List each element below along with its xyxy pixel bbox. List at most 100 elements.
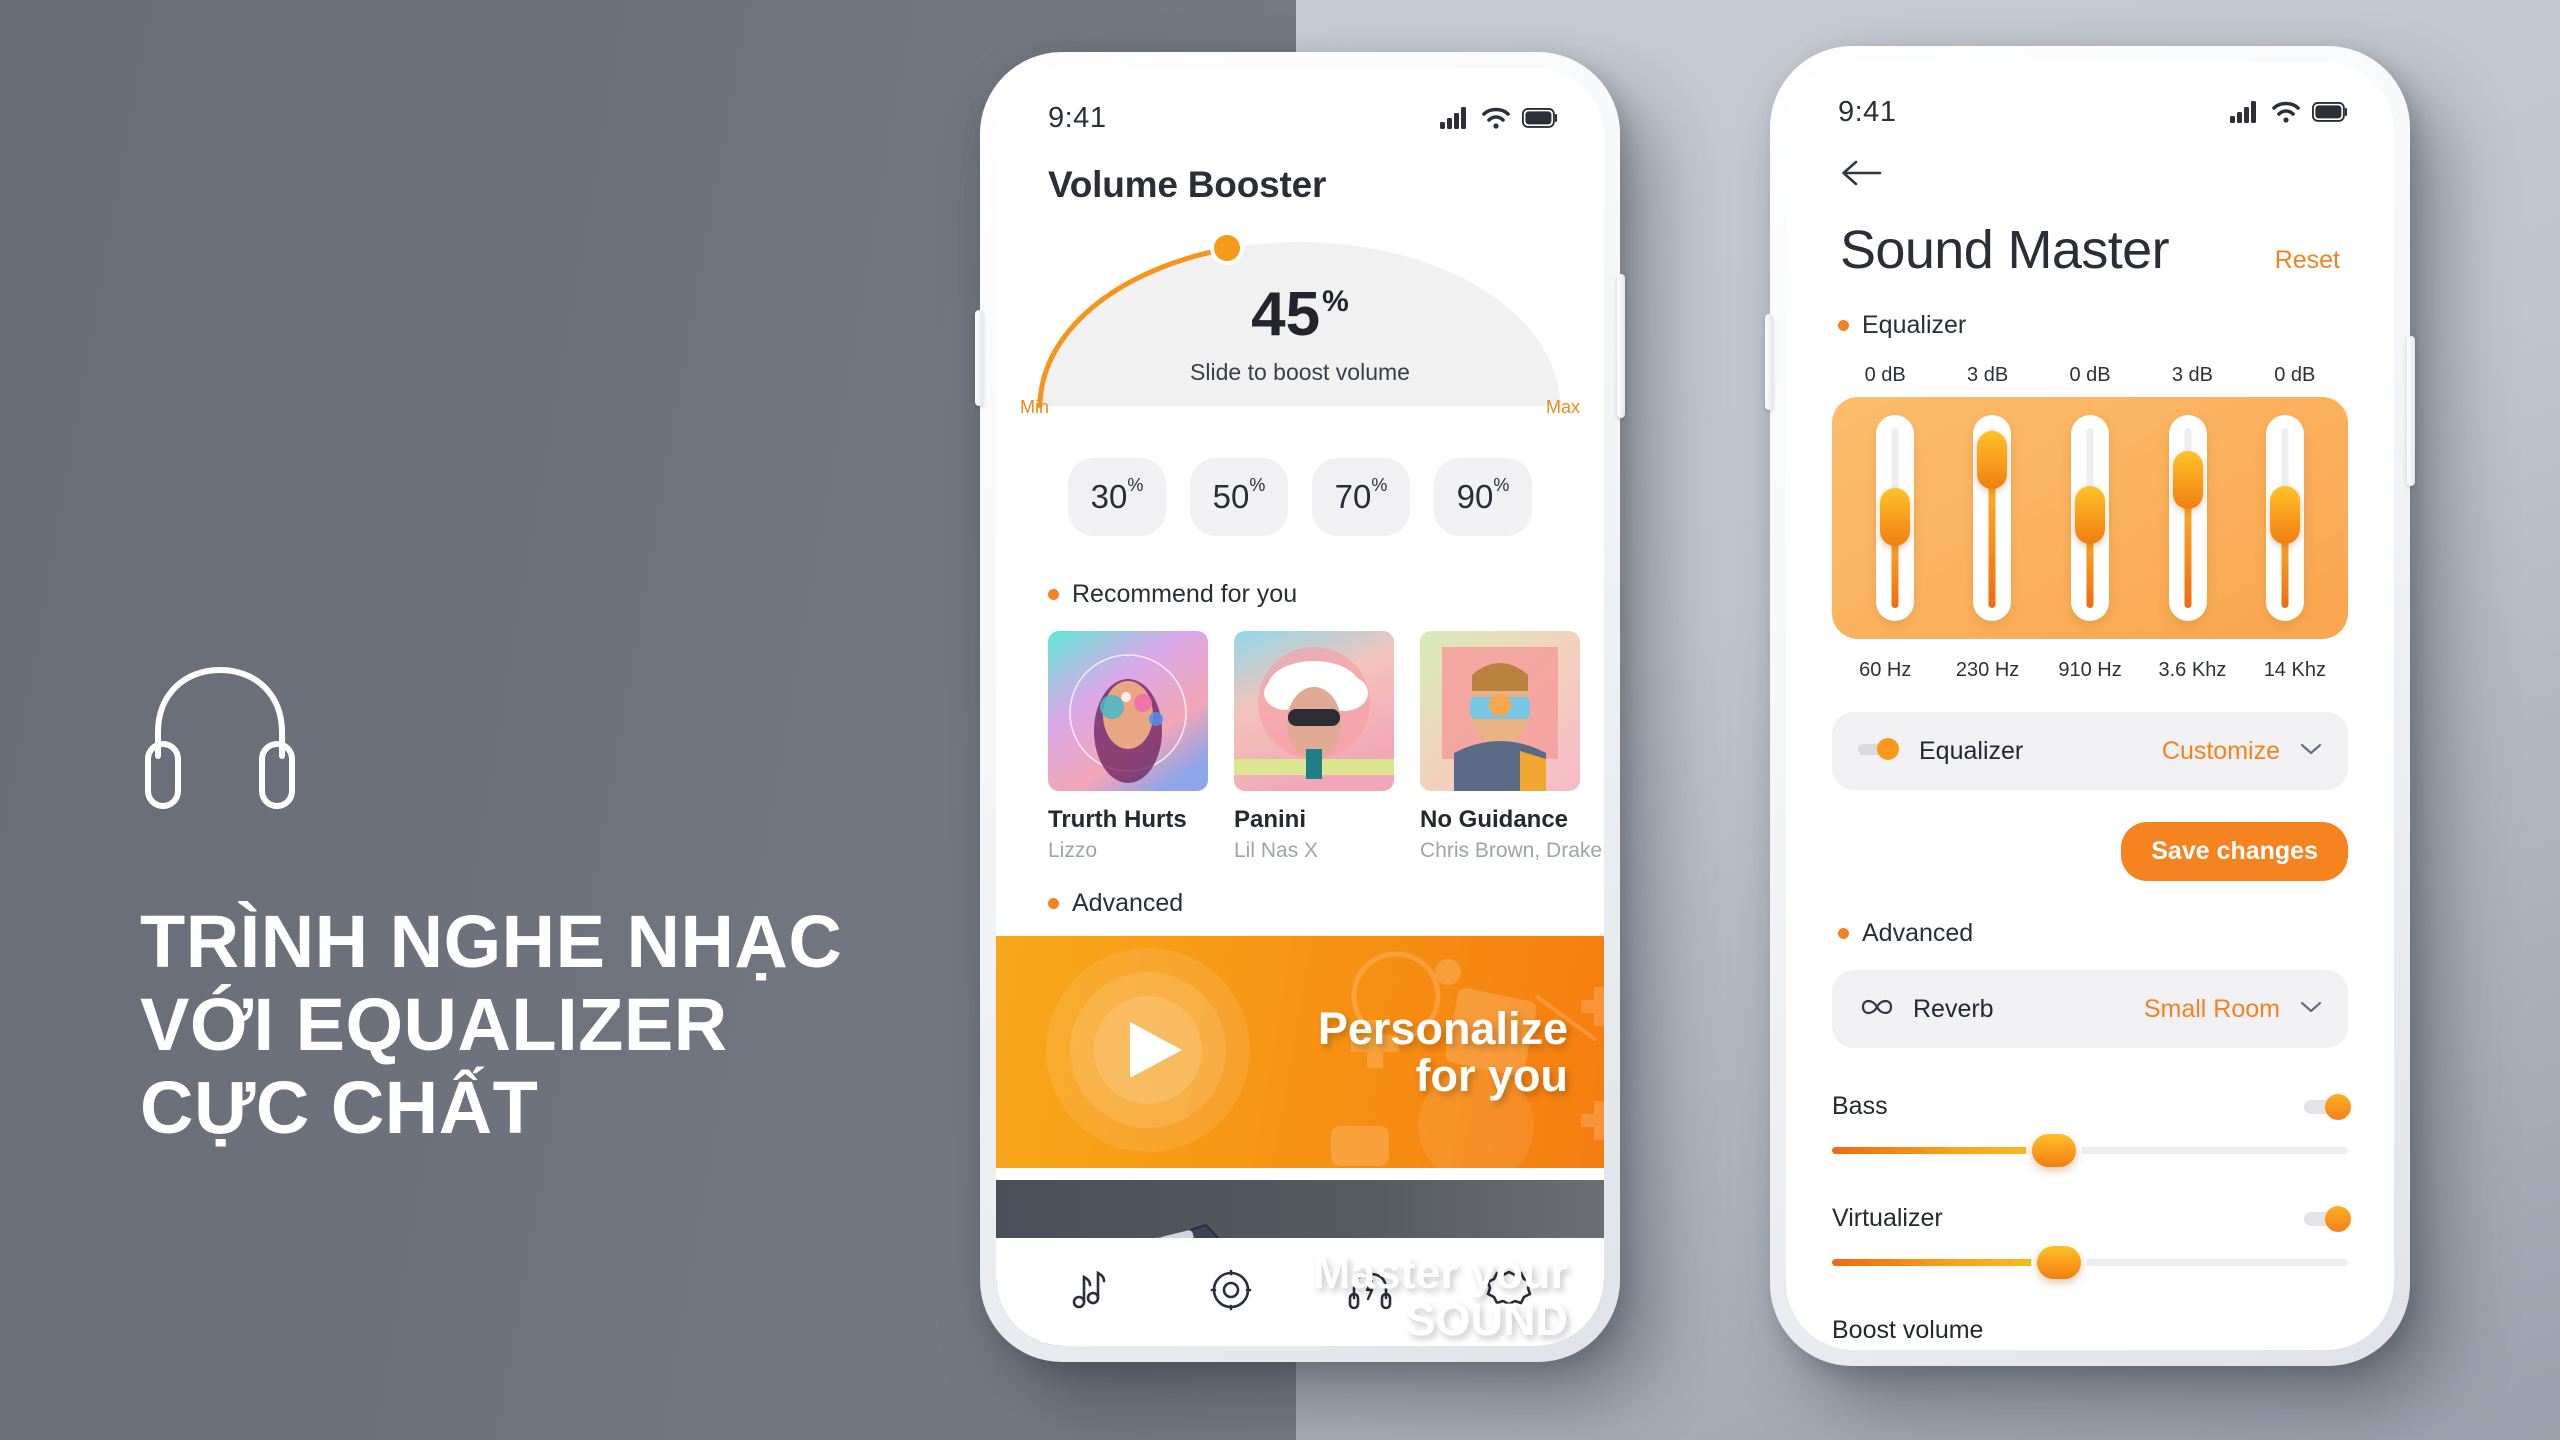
eq-band-slider-36khz[interactable] xyxy=(2168,415,2207,621)
preset-button-50[interactable]: 50% xyxy=(1190,458,1288,536)
gauge-max-label: Max xyxy=(1545,397,1580,417)
reset-button[interactable]: Reset xyxy=(2275,246,2340,275)
eq-band-slider-910hz[interactable] xyxy=(2070,415,2109,621)
preset-90-value: 90 xyxy=(1456,478,1494,515)
cellular-signal-icon xyxy=(1440,107,1466,129)
equalizer-row-value[interactable]: Customize xyxy=(2162,737,2280,766)
phone2-right-side-button[interactable] xyxy=(2407,336,2415,486)
back-button[interactable] xyxy=(1786,140,2394,193)
virtualizer-thumb[interactable] xyxy=(2037,1246,2082,1279)
virtualizer-track[interactable] xyxy=(1832,1246,2348,1279)
section-header-equalizer: Equalizer xyxy=(1786,311,2394,340)
eq-thumb[interactable] xyxy=(2172,451,2203,510)
phone2-status-bar: 9:41 xyxy=(1786,62,2394,140)
preset-30-value: 30 xyxy=(1090,478,1128,515)
page-title: Volume Booster xyxy=(1048,164,1327,205)
section-header-advanced: Advanced xyxy=(1786,919,2394,948)
gauge-percent-symbol: % xyxy=(1322,285,1349,318)
equalizer-heading: Equalizer xyxy=(1862,311,1967,339)
gauge-readout: 45% Slide to boost volume xyxy=(1030,284,1570,386)
wifi-icon xyxy=(1482,107,1510,129)
boost-volume-label: Boost volume xyxy=(1832,1316,1984,1344)
banner-master-line-2: SOUND xyxy=(1405,1294,1568,1345)
volume-gauge[interactable]: 45% Slide to boost volume Min Max xyxy=(1020,232,1580,417)
eq-db-label: 3 dB xyxy=(2171,364,2213,386)
chevron-down-icon[interactable] xyxy=(2300,1000,2322,1019)
eq-band-slider-230hz[interactable] xyxy=(1973,415,2012,621)
gauge-value-number: 45 xyxy=(1251,280,1321,349)
eq-db-label: 3 dB xyxy=(1967,364,2009,386)
section-header-recommend: Recommend for you xyxy=(996,580,1604,609)
bass-thumb[interactable] xyxy=(2031,1134,2076,1167)
chevron-down-icon[interactable] xyxy=(2300,742,2322,761)
gauge-subtitle: Slide to boost volume xyxy=(1190,359,1410,385)
album-artist: Chris Brown, Drake xyxy=(1420,839,1603,862)
album-card[interactable]: No Guidance Chris Brown, Drake xyxy=(1420,631,1603,863)
save-changes-button[interactable]: Save changes xyxy=(2121,822,2348,881)
banner-personalize-text: Personalize for you xyxy=(1317,1002,1568,1099)
bullet-dot-icon xyxy=(1048,898,1059,909)
eq-thumb[interactable] xyxy=(2270,486,2301,545)
gauge-min-label: Min xyxy=(1020,397,1050,417)
nav-item-disc[interactable] xyxy=(1205,1264,1257,1321)
virtualizer-slider-header: Virtualizer xyxy=(1832,1204,2351,1233)
reverb-row[interactable]: Reverb Small Room xyxy=(1832,970,2348,1048)
phone1-left-side-button[interactable] xyxy=(975,310,983,406)
album-card[interactable]: Trurth Hurts Lizzo xyxy=(1048,631,1208,863)
banner-personalize[interactable]: Personalize for you xyxy=(996,936,1604,1168)
virtualizer-toggle[interactable] xyxy=(2304,1205,2351,1232)
disc-icon xyxy=(1210,1269,1251,1310)
virtualizer-slider-group: Virtualizer xyxy=(1832,1204,2351,1279)
preset-30-unit: % xyxy=(1127,475,1144,496)
toggle-on-icon[interactable] xyxy=(1858,737,1902,765)
eq-db-label: 0 dB xyxy=(1864,364,1906,386)
status-icons xyxy=(1440,107,1558,129)
music-notes-icon xyxy=(1072,1270,1105,1308)
bass-toggle[interactable] xyxy=(2304,1093,2351,1120)
eq-band-slot[interactable] xyxy=(1846,415,1944,621)
eq-db-label: 0 dB xyxy=(2274,364,2316,386)
eq-band-slider-60hz[interactable] xyxy=(1875,415,1914,621)
banner-personalize-line-1: Personalize xyxy=(1317,1002,1568,1054)
preset-button-90[interactable]: 90% xyxy=(1434,458,1532,536)
eq-freq-label: 3.6 Khz xyxy=(2158,659,2227,681)
bass-slider-header: Bass xyxy=(1832,1092,2351,1121)
bass-track[interactable] xyxy=(1832,1134,2348,1167)
eq-freq-label: 14 Khz xyxy=(2263,659,2326,681)
album-card[interactable]: Panini Lil Nas X xyxy=(1234,631,1394,863)
wifi-icon xyxy=(2272,101,2300,123)
equalizer-panel xyxy=(1832,397,2348,639)
album-title: Trurth Hurts xyxy=(1048,806,1187,833)
eq-band-slot[interactable] xyxy=(2139,415,2237,621)
eq-thumb[interactable] xyxy=(2074,486,2105,545)
eq-thumb[interactable] xyxy=(1977,430,2008,489)
preset-button-30[interactable]: 30% xyxy=(1068,458,1166,536)
headphones-icon xyxy=(140,660,1040,815)
battery-icon xyxy=(2312,102,2347,122)
eq-band-slider-14khz[interactable] xyxy=(2266,415,2305,621)
eq-thumb[interactable] xyxy=(1879,488,1910,547)
banner-master-text: Master your SOUND xyxy=(1313,1248,1568,1345)
section-header-advanced: Advanced xyxy=(996,889,1604,918)
album-title: No Guidance xyxy=(1420,806,1569,833)
phone2-left-side-button[interactable] xyxy=(1765,314,1773,410)
promo-headline-line-2: VỚI EQUALIZER xyxy=(140,982,728,1066)
album-carousel[interactable]: Trurth Hurts Lizzo Panini Lil Nas X No G… xyxy=(996,631,1604,863)
nav-item-music[interactable] xyxy=(1066,1264,1118,1321)
gauge-value: 45% xyxy=(1251,284,1349,346)
preset-50-value: 50 xyxy=(1212,478,1250,515)
status-time: 9:41 xyxy=(1048,101,1107,134)
virtualizer-fill xyxy=(1832,1259,2060,1266)
equalizer-db-labels: 0 dB 3 dB 0 dB 3 dB 0 dB xyxy=(1786,364,2394,387)
reverb-row-value[interactable]: Small Room xyxy=(2144,995,2280,1024)
eq-band-slot[interactable] xyxy=(2236,415,2334,621)
phone1-right-side-button[interactable] xyxy=(1617,274,1625,418)
eq-freq-label: 230 Hz xyxy=(1955,659,2020,681)
boost-volume-slider-header: Boost volume xyxy=(1832,1316,2348,1345)
equalizer-preset-row[interactable]: Equalizer Customize xyxy=(1832,712,2348,790)
bullet-dot-icon xyxy=(1048,589,1059,600)
eq-band-slot[interactable] xyxy=(1944,415,2042,621)
promo-panel: TRÌNH NGHE NHẠC VỚI EQUALIZER CỰC CHẤT xyxy=(140,660,1040,1150)
preset-button-70[interactable]: 70% xyxy=(1312,458,1410,536)
eq-band-slot[interactable] xyxy=(2041,415,2139,621)
